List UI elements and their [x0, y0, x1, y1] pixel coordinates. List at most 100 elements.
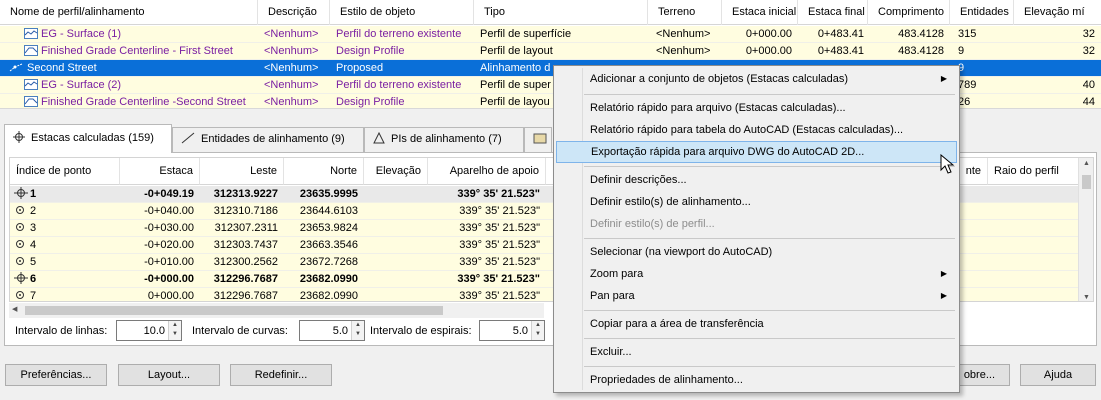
menu-item-zoom-to[interactable]: Zoom para ▶	[556, 263, 957, 285]
col-header-entities[interactable]: Entidades	[950, 0, 1014, 25]
surface-profile-icon	[24, 28, 41, 40]
triangle-icon	[373, 131, 391, 145]
cell-east: 312307.2311	[214, 222, 278, 234]
tab-alignment-entities[interactable]: Entidades de alinhamento (9)	[172, 127, 364, 152]
crosshair-icon	[13, 131, 31, 144]
spin-down-icon[interactable]: ▼	[532, 330, 544, 339]
row-type: Perfil de layout	[480, 45, 553, 57]
reset-button[interactable]: Redefinir...	[230, 364, 332, 386]
row-start-station: 0+000.00	[745, 45, 792, 57]
row-end-station: 0+483.41	[817, 45, 864, 57]
menu-item-define-alignment-styles[interactable]: Definir estilo(s) de alinhamento...	[556, 191, 957, 213]
col-header-east[interactable]: Leste	[200, 158, 284, 185]
tab-more[interactable]	[524, 127, 552, 152]
menu-item-copy-to-clipboard[interactable]: Copiar para a área de transferência	[556, 313, 957, 335]
row-min-elevation: 40	[1082, 79, 1095, 91]
menu-item-select-in-viewport[interactable]: Selecionar (na viewport do AutoCAD)	[556, 241, 957, 263]
menu-item-quick-report-table[interactable]: Relatório rápido para tabela do AutoCAD …	[556, 119, 957, 141]
cell-north: 23663.3546	[299, 239, 358, 251]
col-header-name[interactable]: Nome de perfil/alinhamento	[0, 0, 258, 25]
scroll-thumb[interactable]	[1082, 175, 1091, 189]
row-entities: 315	[958, 28, 977, 40]
tab-label: Estacas calculadas (159)	[31, 132, 154, 144]
cell-north: 23672.7268	[299, 256, 358, 268]
cell-east: 312313.9227	[213, 188, 278, 200]
context-menu: Adicionar a conjunto de objetos (Estacas…	[553, 65, 960, 393]
spin-down-icon[interactable]: ▼	[352, 330, 364, 339]
cell-east: 312303.7437	[213, 239, 278, 251]
row-style: Design Profile	[336, 96, 405, 108]
col-header-min-elevation[interactable]: Elevação mí	[1014, 0, 1101, 25]
col-header-length[interactable]: Comprimento	[868, 0, 950, 25]
curve-interval-stepper[interactable]: ▲▼	[299, 320, 365, 341]
scroll-up-icon[interactable]: ▲	[1079, 160, 1093, 167]
cell-north: 23653.9824	[299, 222, 358, 234]
bottom-grid-horizontal-scrollbar[interactable]: ◀	[9, 303, 544, 318]
cell-east: 312310.7186	[213, 205, 278, 217]
col-header-type[interactable]: Tipo	[474, 0, 648, 25]
cell-station: -0+049.19	[144, 188, 194, 200]
menu-item-quick-report-file[interactable]: Relatório rápido para arquivo (Estacas c…	[556, 97, 957, 119]
cell-station: -0+030.00	[144, 222, 194, 234]
col-header-point-index[interactable]: Índice de ponto	[10, 158, 120, 185]
col-header-end-station[interactable]: Estaca final	[798, 0, 868, 25]
table-row[interactable]: EG - Surface (1) <Nenhum> Perfil do terr…	[0, 26, 1101, 43]
spin-up-icon[interactable]: ▲	[532, 321, 544, 330]
col-header-north[interactable]: Norte	[284, 158, 364, 185]
cell-index: 5	[30, 256, 37, 268]
row-name: Finished Grade Centerline - First Street	[41, 45, 233, 57]
line-segment-icon	[181, 132, 201, 145]
cell-north: 23635.9995	[299, 188, 358, 200]
cell-east: 312300.2562	[213, 256, 278, 268]
menu-item-define-descriptions[interactable]: Definir descrições...	[556, 169, 957, 191]
spin-up-icon[interactable]: ▲	[352, 321, 364, 330]
col-header-start-station[interactable]: Estaca inicial	[722, 0, 798, 25]
col-header-elevation[interactable]: Elevação	[364, 158, 428, 185]
spin-down-icon[interactable]: ▼	[169, 330, 181, 339]
menu-item-define-profile-styles: Definir estilo(s) de perfil...	[556, 213, 957, 235]
menu-item-pan-to[interactable]: Pan para ▶	[556, 285, 957, 307]
menu-item-label: Pan para	[590, 290, 635, 302]
layout-button[interactable]: Layout...	[118, 364, 220, 386]
menu-item-label: Selecionar (na viewport do AutoCAD)	[590, 246, 773, 258]
spin-up-icon[interactable]: ▲	[169, 321, 181, 330]
cell-east: 312296.7687	[213, 273, 278, 285]
col-header-profile-radius[interactable]: Raio do perfil	[988, 158, 1080, 185]
spiral-interval-stepper[interactable]: ▲▼	[479, 320, 545, 341]
menu-separator	[584, 366, 955, 367]
layout-profile-icon	[24, 45, 41, 57]
tab-calculated-stations[interactable]: Estacas calculadas (159)	[4, 124, 172, 153]
menu-item-add-to-selection-set[interactable]: Adicionar a conjunto de objetos (Estacas…	[556, 68, 957, 90]
row-style: Design Profile	[336, 45, 405, 57]
row-name: EG - Surface (2)	[41, 79, 122, 91]
col-header-description[interactable]: Descrição	[258, 0, 330, 25]
bottom-grid-vertical-scrollbar[interactable]: ▲ ▼	[1078, 158, 1093, 301]
table-row[interactable]: Finished Grade Centerline - First Street…	[0, 43, 1101, 60]
row-length: 483.4128	[898, 45, 944, 57]
line-interval-stepper[interactable]: ▲▼	[116, 320, 182, 341]
line-interval-label: Intervalo de linhas:	[15, 325, 108, 337]
row-start-station: 0+000.00	[745, 28, 792, 40]
col-header-terrain[interactable]: Terreno	[648, 0, 722, 25]
cell-station: -0+040.00	[144, 205, 194, 217]
row-description: <Nenhum>	[264, 62, 319, 74]
menu-item-alignment-properties[interactable]: Propriedades de alinhamento...	[556, 369, 957, 391]
menu-item-delete[interactable]: Excluir...	[556, 341, 957, 363]
preferences-button[interactable]: Preferências...	[5, 364, 107, 386]
col-header-bearing[interactable]: Aparelho de apoio	[428, 158, 546, 185]
scroll-left-icon[interactable]: ◀	[12, 305, 17, 313]
col-header-style[interactable]: Estilo de objeto	[330, 0, 474, 25]
point-marker-icon	[14, 239, 30, 251]
help-button[interactable]: Ajuda	[1020, 364, 1096, 386]
tab-alignment-pis[interactable]: PIs de alinhamento (7)	[364, 127, 524, 152]
row-style: Proposed	[336, 62, 384, 74]
scroll-thumb[interactable]	[25, 306, 443, 315]
tab-label: PIs de alinhamento (7)	[391, 133, 502, 145]
scroll-down-icon[interactable]: ▼	[1079, 294, 1093, 301]
submenu-arrow-icon: ▶	[940, 269, 947, 278]
col-header-station[interactable]: Estaca	[120, 158, 200, 185]
menu-item-label: Zoom para	[590, 268, 644, 280]
menu-item-label: Adicionar a conjunto de objetos (Estacas…	[590, 73, 849, 85]
menu-item-quick-export-dwg[interactable]: Exportação rápida para arquivo DWG do Au…	[556, 141, 957, 163]
row-description: <Nenhum>	[264, 79, 319, 91]
